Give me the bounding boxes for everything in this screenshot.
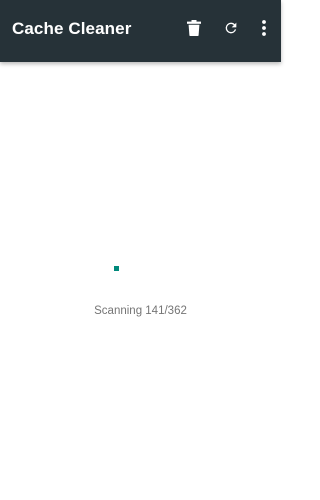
delete-button[interactable] [181,15,207,41]
trash-icon [187,20,201,36]
app-bar: Cache Cleaner [0,0,281,62]
more-vert-icon [262,20,266,36]
refresh-icon [225,22,237,34]
scan-status-text: Scanning 141/362 [94,305,187,317]
overflow-menu-button[interactable] [251,15,277,41]
loading-spinner [114,266,119,271]
app-title: Cache Cleaner [12,19,132,38]
refresh-button[interactable] [218,15,244,41]
